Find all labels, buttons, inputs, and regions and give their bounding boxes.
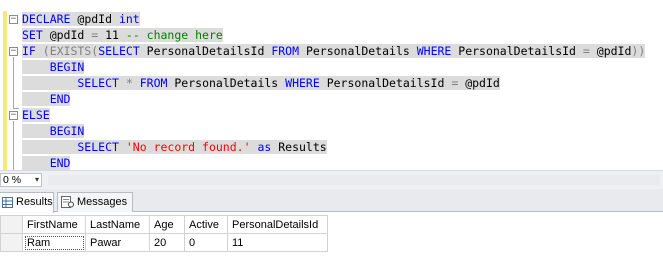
tab-results-label: Results [16,196,53,208]
code-line-text: SELECT * FROM PersonalDetails WHERE Pers… [22,76,500,90]
code-token: PersonalDetails [299,44,417,58]
code-line-text: SELECT 'No record found.' as Results [22,140,327,154]
code-token: FROM [271,44,300,58]
code-line-text: BEGIN [22,124,85,138]
code-token: DECLARE [22,12,71,26]
grid-cell[interactable]: 11 [227,233,328,252]
code-token: ( [35,44,50,58]
change-indicator-bar [3,11,7,170]
tab-messages-label: Messages [77,196,128,208]
column-header[interactable]: LastName [85,215,150,234]
column-header[interactable]: FirstName [22,215,86,234]
editor-status-bar: 0 % ▾ [0,170,663,189]
column-header[interactable]: Active [184,215,228,234]
code-token: EXISTS [49,44,92,58]
code-token: )) [631,44,646,58]
code-token: as [257,140,272,154]
code-token: SELECT [22,140,119,154]
results-pane: FirstName LastName Age Active PersonalDe… [0,213,663,265]
zoom-dropdown[interactable]: 0 % ▾ [0,173,42,187]
code-token: SELECT [22,76,119,90]
grid-cell[interactable]: Ram [22,233,86,252]
tab-results[interactable]: Results [0,192,54,213]
code-line[interactable]: END [22,91,645,107]
grid-cell[interactable]: 0 [184,233,228,252]
code-token: FROM [139,76,168,90]
row-header[interactable] [0,233,23,252]
results-grid[interactable]: FirstName LastName Age Active PersonalDe… [0,215,328,252]
results-tab-strip: Results Messages [0,189,663,213]
outline-guide-else [13,121,14,170]
code-token: Results [271,140,327,154]
code-token: SET [22,28,43,42]
horizontal-scrollbar[interactable] [48,175,660,185]
code-token: int [118,12,140,26]
code-token: ELSE [22,108,50,122]
grid-cell[interactable]: Pawar [85,233,150,252]
code-token: 11 [98,28,126,42]
code-line[interactable]: BEGIN [22,123,645,139]
code-token: SELECT [98,44,140,58]
code-token: BEGIN [22,60,85,74]
code-token: PersonalDetailsId [319,76,452,90]
results-grid-icon [2,196,13,208]
code-line-text: IF (EXISTS(SELECT PersonalDetailsId FROM… [22,44,646,58]
tab-messages[interactable]: Messages [57,192,133,212]
collapse-else-icon[interactable]: − [9,111,18,120]
chevron-down-icon: ▾ [34,175,39,184]
code-token: @pdId [458,76,500,90]
code-token: -- change here [125,28,223,42]
code-line[interactable]: IF (EXISTS(SELECT PersonalDetailsId FROM… [22,43,646,59]
code-line-text: END [22,156,71,170]
column-header[interactable]: Age [149,215,185,234]
zoom-value: 0 % [3,174,22,186]
code-line-text: SET @pdId = 11 -- change here [22,28,223,42]
messages-icon [61,196,74,209]
code-token: WHERE [285,76,320,90]
code-token: END [22,92,71,106]
code-line[interactable]: ELSE [22,107,645,123]
code-line[interactable]: END [22,155,645,170]
outline-guide-end [13,108,19,109]
outline-margin: − − − [9,0,21,170]
grid-corner-cell[interactable] [0,215,23,234]
code-line[interactable]: SELECT 'No record found.' as Results [22,139,645,155]
code-line[interactable]: BEGIN [22,59,645,75]
outline-guide [13,57,14,109]
code-line[interactable]: SELECT * FROM PersonalDetails WHERE Pers… [22,75,645,91]
code-token: @pdId [42,28,92,42]
query-editor[interactable]: − − − DECLARE @pdId int SET @pdId = 11 --… [0,0,663,170]
grid-cell[interactable]: 20 [149,233,185,252]
code-token: @pdId [70,12,119,26]
collapse-if-icon[interactable]: − [9,47,18,56]
code-token: PersonalDetails [167,76,286,90]
code-token: @pdId [589,44,632,58]
code-token: WHERE [416,44,452,58]
grid-header-row: FirstName LastName Age Active PersonalDe… [0,215,328,234]
code-line[interactable]: SET @pdId = 11 -- change here [22,27,645,43]
code-line[interactable]: DECLARE @pdId int [22,11,645,27]
code-line-text: BEGIN [22,60,85,74]
code-area[interactable]: DECLARE @pdId int SET @pdId = 11 -- chang… [22,11,646,170]
table-row[interactable]: Ram Pawar 20 0 11 [0,233,328,252]
code-line-text: DECLARE @pdId int [22,12,140,26]
code-token: IF [22,44,36,58]
code-line-text: ELSE [22,108,50,122]
code-line-text: END [22,92,71,106]
code-token: 'No record found.' [125,140,251,154]
code-token: = [582,44,590,58]
code-token: END [22,156,71,170]
code-token: PersonalDetailsId [451,44,583,58]
code-token: PersonalDetailsId [139,44,272,58]
collapse-declare-icon[interactable]: − [9,15,18,24]
column-header[interactable]: PersonalDetailsId [227,215,328,234]
code-token: BEGIN [22,124,85,138]
code-token: * [125,76,133,90]
